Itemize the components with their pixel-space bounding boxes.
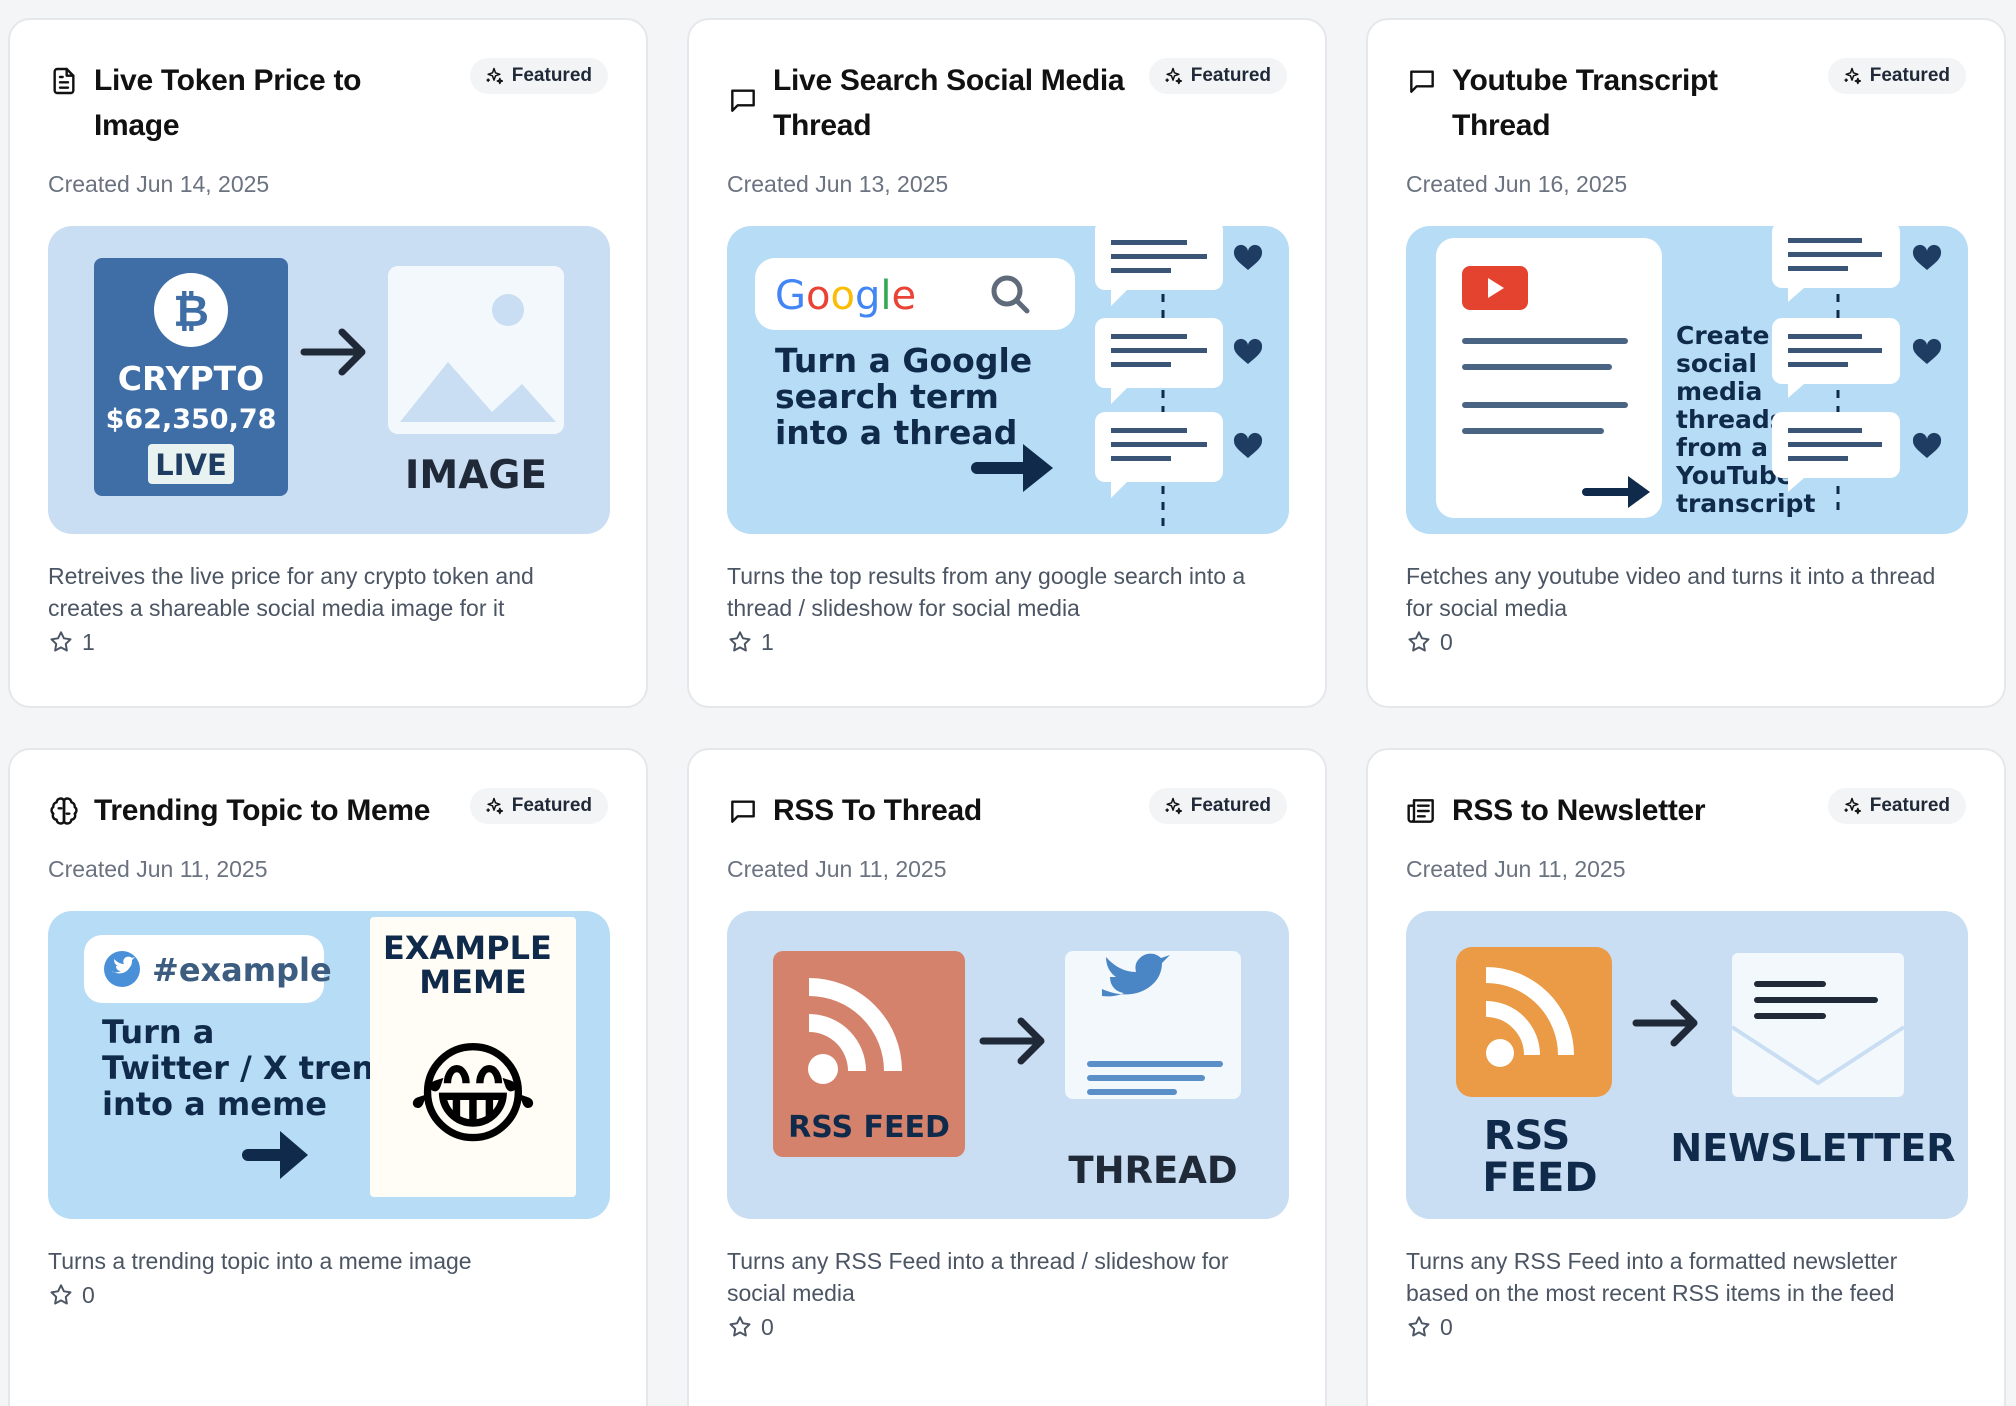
- created-date: Created Jun 11, 2025: [48, 856, 268, 882]
- card-thumbnail: #example Turn a Twitter / X trend into a…: [48, 911, 610, 1219]
- brain-icon: [50, 797, 78, 825]
- card-title[interactable]: Live Search Social Media Thread: [773, 58, 1127, 148]
- svg-text:LIVE: LIVE: [155, 448, 227, 482]
- thread-bubbles: [1095, 226, 1223, 498]
- star-count-value: 1: [761, 628, 774, 655]
- created-date: Created Jun 16, 2025: [1406, 171, 1628, 197]
- sparkles-icon: [486, 67, 503, 85]
- card-description: Turns any RSS Feed into a thread / slide…: [727, 1248, 1229, 1306]
- featured-label: Featured: [1190, 65, 1271, 86]
- featured-label: Featured: [1190, 795, 1271, 816]
- svg-text:Turn a Google search: Turn a Google search term into a thread: [775, 341, 1044, 452]
- star-icon: [1408, 1316, 1430, 1337]
- star-count[interactable]: 0: [48, 1279, 608, 1311]
- featured-badge: Featured: [469, 58, 608, 94]
- card-description: Turns any RSS Feed into a formatted news…: [1406, 1248, 1898, 1306]
- svg-text:RSS FEED: RSS FEED: [788, 1110, 950, 1145]
- workflow-grid: Live Token Price to Image Featured Creat…: [8, 18, 2006, 1406]
- card-description: Fetches any youtube video and turns it i…: [1406, 563, 1936, 621]
- rss-icon: [1456, 947, 1612, 1097]
- card-thumbnail: Create social media threads from a YouTu…: [1406, 226, 1968, 534]
- star-count[interactable]: 1: [48, 626, 608, 658]
- card-title[interactable]: Youtube Transcript Thread: [1452, 58, 1806, 148]
- message-square-icon: [1410, 70, 1434, 93]
- workflow-card[interactable]: RSS to Newsletter Featured Created Jun 1…: [1366, 748, 2006, 1406]
- workflow-card[interactable]: Youtube Transcript Thread Featured Creat…: [1366, 18, 2006, 708]
- svg-text:$62,350,78: $62,350,78: [106, 404, 277, 435]
- created-date: Created Jun 13, 2025: [727, 171, 949, 197]
- svg-text:RSS FEED: RSS FEED: [1482, 1113, 1597, 1201]
- featured-label: Featured: [511, 65, 592, 86]
- created-date: Created Jun 14, 2025: [48, 171, 270, 197]
- message-square-icon: [731, 800, 755, 823]
- workflow-card[interactable]: Live Token Price to Image Featured Creat…: [8, 18, 648, 708]
- featured-label: Featured: [511, 795, 592, 816]
- card-thumbnail: Google Turn a Google search term into a …: [727, 226, 1289, 534]
- svg-text:NEWSLETTER: NEWSLETTER: [1670, 1126, 1955, 1170]
- star-count[interactable]: 1: [727, 626, 1287, 658]
- svg-text:IMAGE: IMAGE: [405, 453, 547, 498]
- star-count[interactable]: 0: [1406, 1311, 1966, 1343]
- star-icon: [729, 631, 751, 652]
- card-thumbnail: RSS FEED NEWSLETTER: [1406, 911, 1968, 1219]
- sparkles-icon: [1844, 797, 1861, 815]
- bitcoin-icon: ₿: [173, 286, 209, 337]
- featured-badge: Featured: [1827, 788, 1966, 824]
- created-date: Created Jun 11, 2025: [1406, 856, 1626, 882]
- featured-label: Featured: [1869, 65, 1950, 86]
- star-count-value: 0: [1440, 628, 1453, 655]
- star-count-value: 0: [82, 1281, 95, 1308]
- google-logo: Google: [775, 273, 916, 319]
- star-icon: [729, 1316, 751, 1337]
- star-count-value: 0: [1440, 1313, 1453, 1340]
- star-icon: [50, 631, 72, 652]
- star-count[interactable]: 0: [1406, 626, 1966, 658]
- laughing-emoji-icon: 😂: [408, 1032, 539, 1157]
- featured-label: Featured: [1869, 795, 1950, 816]
- sparkles-icon: [1844, 67, 1861, 85]
- workflow-card[interactable]: Trending Topic to Meme Featured Created …: [8, 748, 648, 1406]
- svg-text:THREAD: THREAD: [1068, 1149, 1237, 1192]
- card-description: Turns the top results from any google se…: [727, 563, 1246, 621]
- card-thumbnail: RSS FEED THREAD: [727, 911, 1289, 1219]
- star-icon: [1408, 631, 1430, 652]
- sparkles-icon: [1165, 67, 1182, 85]
- svg-text:CRYPTO: CRYPTO: [118, 359, 264, 398]
- card-title[interactable]: RSS to Newsletter: [1452, 788, 1706, 833]
- featured-badge: Featured: [1148, 58, 1287, 94]
- card-description: Retreives the live price for any crypto …: [48, 563, 534, 621]
- featured-badge: Featured: [469, 788, 608, 824]
- card-title[interactable]: RSS To Thread: [773, 788, 982, 833]
- created-date: Created Jun 11, 2025: [727, 856, 947, 882]
- sparkles-icon: [486, 797, 503, 815]
- sparkles-icon: [1165, 797, 1182, 815]
- thread-bubbles: [1772, 226, 1900, 492]
- workflow-card[interactable]: Live Search Social Media Thread Featured…: [687, 18, 1327, 708]
- star-count-value: 0: [761, 1313, 774, 1340]
- card-thumbnail: ₿ CRYPTO $62,350,78 LIVE IMAGE: [48, 226, 610, 534]
- star-count[interactable]: 0: [727, 1311, 1287, 1343]
- message-square-icon: [731, 89, 755, 112]
- star-icon: [50, 1284, 72, 1305]
- card-description: Turns a trending topic into a meme image: [48, 1248, 472, 1274]
- newspaper-icon: [1407, 799, 1434, 823]
- workflow-card[interactable]: RSS To Thread Featured Created Jun 11, 2…: [687, 748, 1327, 1406]
- document-icon: [53, 67, 75, 95]
- card-title[interactable]: Trending Topic to Meme: [94, 788, 431, 833]
- featured-badge: Featured: [1148, 788, 1287, 824]
- card-title[interactable]: Live Token Price to Image: [94, 58, 448, 148]
- envelope-icon: [1732, 953, 1904, 1097]
- svg-text:#example: #example: [152, 951, 332, 989]
- star-count-value: 1: [82, 628, 95, 655]
- featured-badge: Featured: [1827, 58, 1966, 94]
